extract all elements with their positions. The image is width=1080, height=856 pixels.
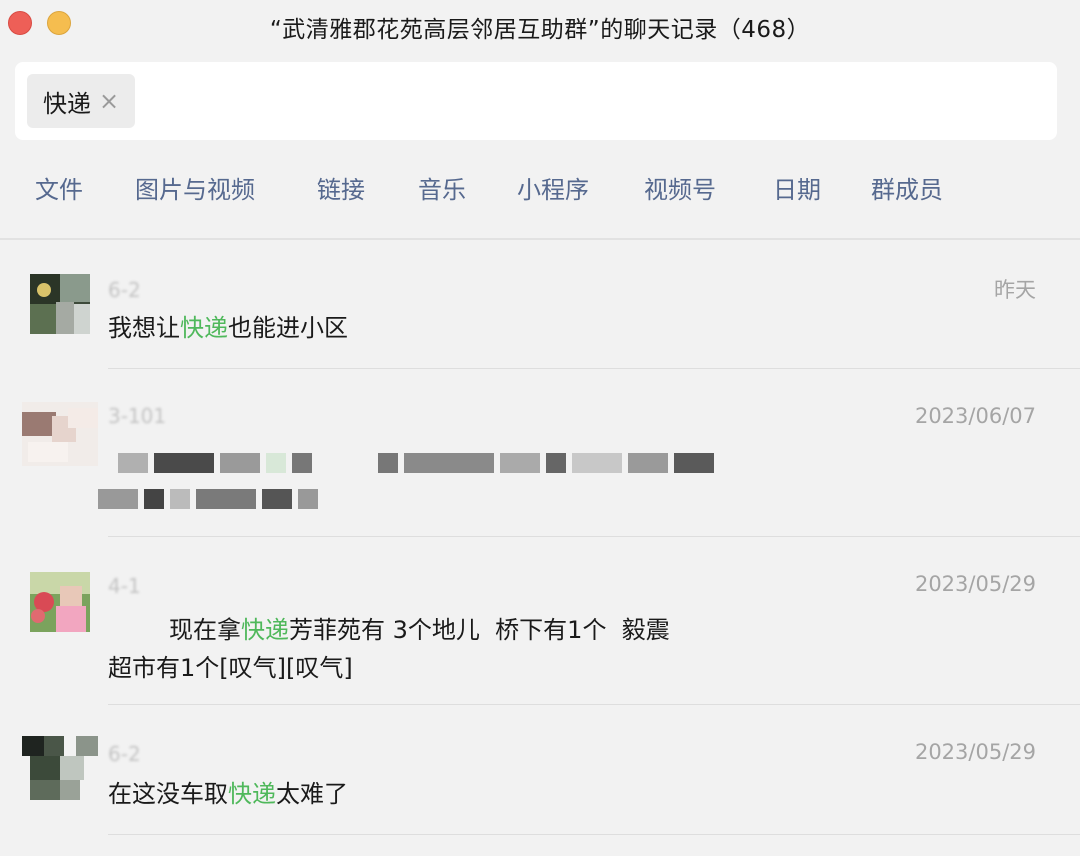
title-bar: “武清雅郡花苑高层邻居互助群”的聊天记录（468） [0,0,1080,50]
tab-group-members[interactable]: 群成员 [871,170,943,205]
tab-date[interactable]: 日期 [773,170,821,205]
message-time: 昨天 [994,278,1036,302]
message-separator [108,536,1080,537]
keyword-highlight: 快递 [241,616,290,644]
message-text: 我想让快递也能进小区 [108,314,348,342]
tab-mini-programs[interactable]: 小程序 [517,170,589,205]
header-divider [0,238,1080,240]
keyword-highlight: 快递 [228,780,276,808]
avatar[interactable] [30,274,90,334]
message-text [118,444,720,480]
tab-images-videos[interactable]: 图片与视频 [135,170,255,205]
search-bar[interactable]: 快递 × [15,62,1057,140]
message-separator [108,834,1080,835]
message-separator [108,704,1080,705]
avatar[interactable] [22,736,98,800]
message-time: 2023/06/07 [914,404,1036,428]
message-time: 2023/05/29 [914,572,1036,596]
sender-name: 6-2 [108,742,141,766]
tab-links[interactable]: 链接 [317,170,365,205]
message-text-line [98,480,324,516]
avatar[interactable] [30,572,90,632]
avatar[interactable] [22,402,98,466]
tab-channels[interactable]: 视频号 [644,170,716,205]
search-tag[interactable]: 快递 × [27,74,136,128]
sender-name: 3-101 [108,404,167,428]
sender-name: 4-1 [108,574,141,598]
close-icon[interactable]: × [99,87,119,115]
filter-tabs: 文件 图片与视频 链接 音乐 小程序 视频号 日期 群成员 [0,170,1080,214]
search-tag-label: 快递 [43,89,91,118]
message-separator [108,368,1080,369]
message-time: 2023/05/29 [914,740,1036,764]
tab-music[interactable]: 音乐 [418,170,466,205]
message-text: 在这没车取快递太难了 [108,780,348,808]
message-text: 现在拿快递芳菲苑有 3个地儿 桥下有1个 毅震 [108,616,670,644]
tab-files[interactable]: 文件 [35,170,83,205]
sender-name: 6-2 [108,278,141,302]
message-text-line: 超市有1个[叹气][叹气] [108,654,353,682]
window-title: “武清雅郡花苑高层邻居互助群”的聊天记录（468） [269,17,811,43]
keyword-highlight: 快递 [180,314,228,342]
